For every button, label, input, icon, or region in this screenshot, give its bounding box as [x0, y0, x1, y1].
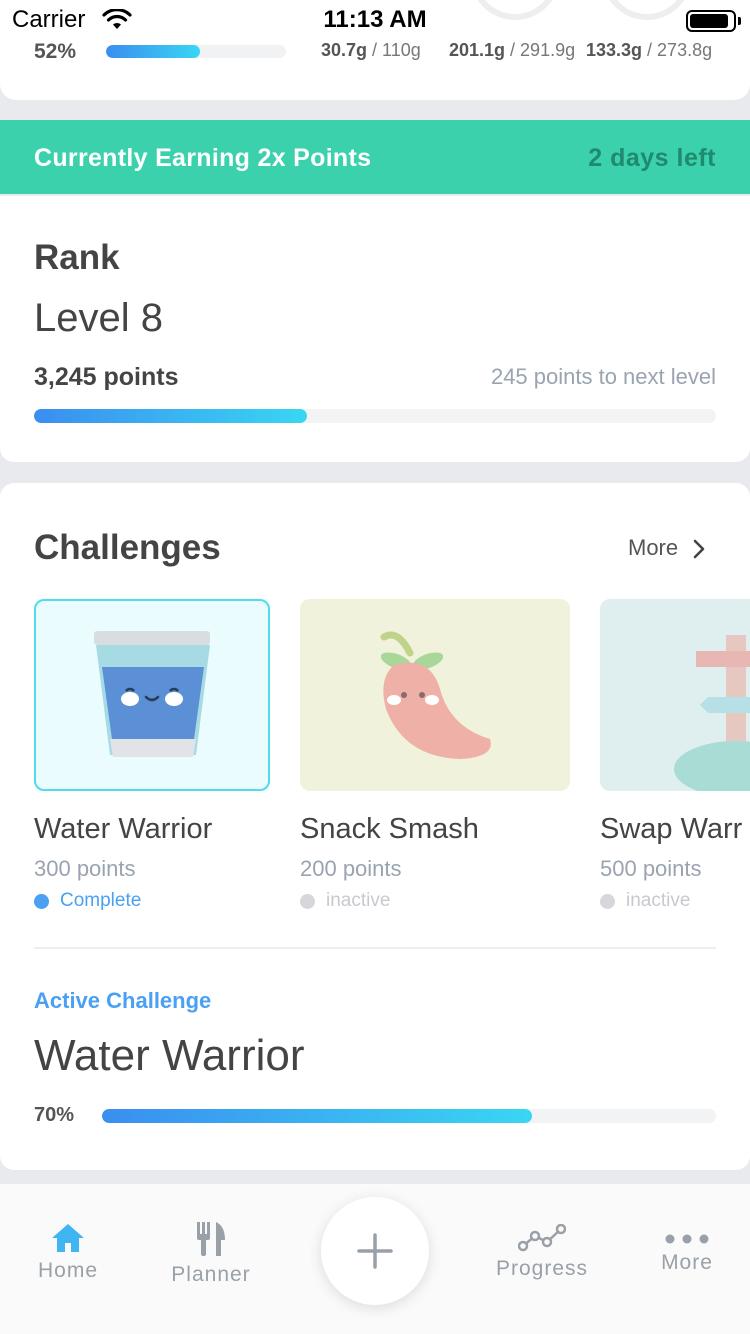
tab-more[interactable]: More — [652, 1232, 722, 1275]
active-challenge-progress-bar — [102, 1109, 716, 1123]
status-dot — [300, 893, 315, 909]
trend-line-icon — [517, 1223, 567, 1252]
add-button[interactable] — [321, 1197, 429, 1305]
points-multiplier-banner[interactable]: Currently Earning 2x Points 2 days left — [0, 120, 750, 194]
challenge-status: inactive — [600, 890, 690, 912]
banner-days-left: 2 days left — [588, 144, 716, 172]
battery-tip — [738, 17, 741, 25]
challenges-card: Challenges More Water Warrior 300 points… — [0, 483, 750, 1170]
rank-card: Rank Level 8 3,245 points 245 points to … — [0, 196, 750, 462]
fork-knife-icon — [197, 1222, 225, 1256]
ellipsis-icon — [665, 1234, 709, 1244]
tab-planner[interactable]: Planner — [162, 1220, 260, 1287]
water-glass-icon — [94, 631, 210, 757]
tab-home-label: Home — [37, 1259, 99, 1282]
tab-progress[interactable]: Progress — [486, 1223, 598, 1281]
tab-progress-label: Progress — [495, 1257, 589, 1280]
tab-planner-label: Planner — [171, 1263, 251, 1286]
tab-more-label: More — [661, 1251, 713, 1274]
status-dot — [34, 893, 49, 909]
challenge-tile-swap-warrior[interactable] — [600, 599, 750, 791]
challenge-name: Snack Smash — [300, 813, 479, 845]
chili-pepper-icon — [380, 631, 491, 759]
challenge-tile-snack-smash[interactable] — [300, 599, 570, 791]
challenge-status: inactive — [300, 890, 390, 912]
challenges-more-link[interactable]: More — [628, 535, 678, 561]
status-bar: Carrier 11:13 AM — [0, 0, 750, 40]
tab-home[interactable]: Home — [30, 1222, 106, 1283]
calorie-percent: 52% — [34, 40, 77, 63]
challenge-points: 300 points — [34, 856, 136, 881]
active-challenge-label: Active Challenge — [34, 988, 212, 1013]
banner-text: Currently Earning 2x Points — [34, 144, 372, 172]
active-challenge-percent: 70% — [34, 1104, 75, 1126]
active-challenge-progress-fill — [102, 1109, 532, 1123]
rank-level: Level 8 — [34, 296, 163, 340]
active-challenge-name: Water Warrior — [34, 1031, 305, 1080]
calorie-progress-fill — [106, 45, 200, 58]
tab-bar: Home Planner Progress More — [0, 1184, 750, 1334]
challenge-tile-water-warrior[interactable] — [34, 599, 270, 791]
calorie-progress-bar — [106, 45, 286, 58]
divider — [34, 947, 716, 949]
status-dot — [600, 893, 615, 909]
chevron-right-icon[interactable] — [692, 539, 706, 559]
challenge-name: Water Warrior — [34, 813, 213, 845]
macro-carbs: 201.1g / 291.9g — [449, 40, 576, 60]
points-to-next-level: 245 points to next level — [490, 364, 716, 389]
rank-points: 3,245 points — [34, 363, 179, 391]
macro-protein: 30.7g / 110g — [321, 40, 421, 60]
plus-icon — [357, 1233, 393, 1269]
rank-progress-bar — [34, 409, 716, 423]
macro-fat: 133.3g / 273.8g — [586, 40, 713, 60]
clock: 11:13 AM — [323, 6, 427, 33]
challenge-status: Complete — [34, 890, 141, 912]
battery-icon — [686, 10, 736, 32]
home-icon — [52, 1224, 84, 1252]
signpost-icon — [674, 635, 750, 791]
challenge-points: 500 points — [600, 856, 702, 881]
rank-title: Rank — [34, 238, 120, 277]
challenges-title: Challenges — [34, 528, 221, 567]
challenge-points: 200 points — [300, 856, 402, 881]
challenge-name: Swap Warr — [600, 813, 743, 845]
rank-progress-fill — [34, 409, 307, 423]
